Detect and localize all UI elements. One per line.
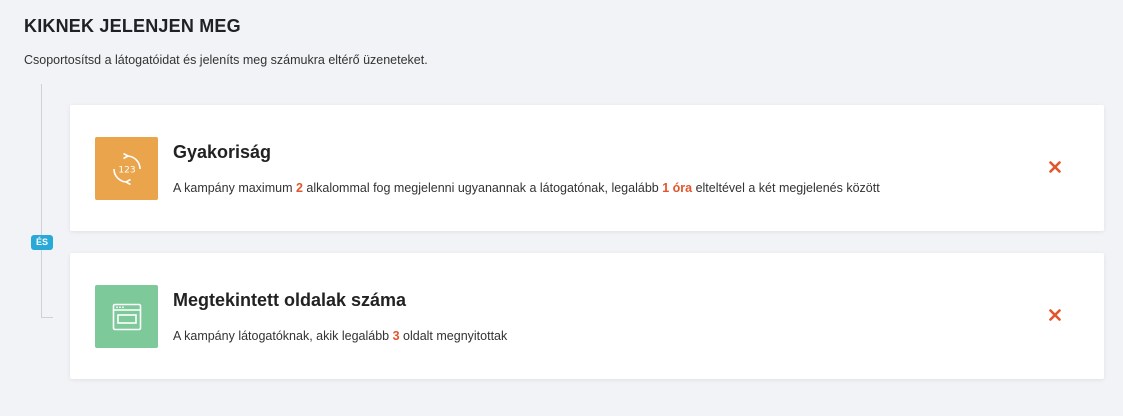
min-pages-value[interactable]: 3: [393, 329, 400, 343]
remove-condition-button[interactable]: [1046, 306, 1064, 324]
desc-text: A kampány maximum: [173, 181, 296, 195]
connector-line: [41, 84, 42, 318]
frequency-icon-tile: 123: [95, 137, 158, 200]
condition-title: Gyakoriság: [173, 142, 272, 162]
condition-description: A kampány látogatóknak, akik legalább 3 …: [173, 329, 507, 343]
desc-text: oldalt megnyitottak: [399, 329, 508, 343]
desc-text: alkalommal fog megjelenni ugyanannak a l…: [302, 181, 663, 195]
condition-card-frequency: 123 Gyakoriság A kampány maximum 2 alkal…: [70, 105, 1104, 231]
condition-card-pageviews: Megtekintett oldalak száma A kampány lát…: [70, 253, 1104, 379]
max-occurrences-value[interactable]: 2: [296, 181, 303, 195]
and-badge: ÉS: [31, 235, 53, 250]
close-icon: [1049, 309, 1061, 321]
close-icon: [1049, 161, 1061, 173]
condition-title: Megtekintett oldalak száma: [173, 290, 407, 310]
page-subtitle: Csoportosítsd a látogatóidat és jeleníts…: [24, 53, 428, 67]
desc-text: elteltével a két megjelenés között: [692, 181, 880, 195]
page-title: KIKNEK JELENJEN MEG: [24, 16, 241, 36]
connector-line-end: [41, 317, 53, 318]
remove-condition-button[interactable]: [1046, 158, 1064, 176]
condition-description: A kampány maximum 2 alkalommal fog megje…: [173, 181, 880, 195]
pageviews-icon-tile: [95, 285, 158, 348]
min-interval-value[interactable]: 1 óra: [662, 181, 692, 195]
svg-text:123: 123: [118, 165, 135, 175]
frequency-counter-icon: 123: [112, 152, 141, 185]
browser-window-icon: [112, 303, 141, 330]
desc-text: A kampány látogatóknak, akik legalább: [173, 329, 393, 343]
